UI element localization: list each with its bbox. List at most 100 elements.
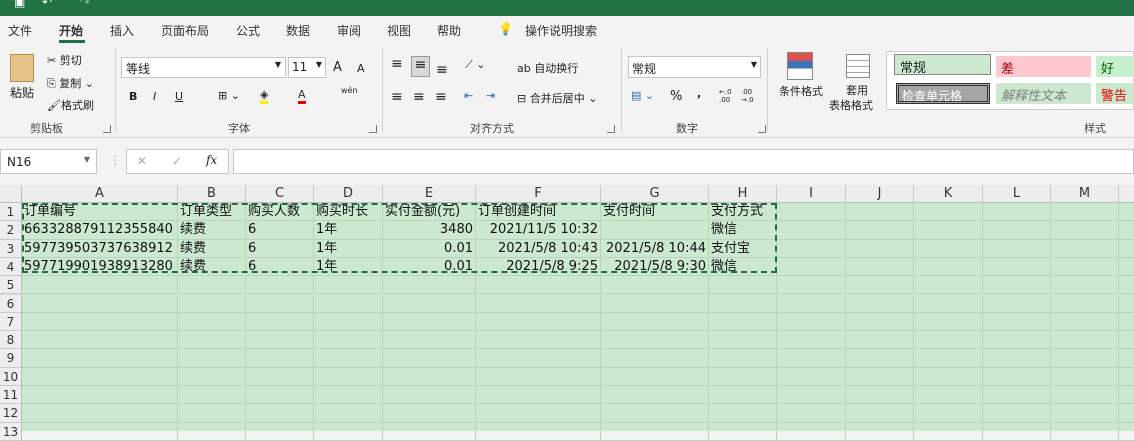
orientation-icon[interactable]: ⟋ ⌄ xyxy=(465,58,485,72)
cell[interactable] xyxy=(246,367,314,386)
cell[interactable] xyxy=(709,294,777,313)
cell[interactable] xyxy=(178,422,246,441)
cell[interactable] xyxy=(246,404,314,423)
column-header-N[interactable] xyxy=(1119,185,1134,203)
cell[interactable]: 2021/5/8 9:25 xyxy=(476,257,601,277)
cell[interactable] xyxy=(709,276,777,295)
save-icon[interactable]: ▣ xyxy=(14,0,25,9)
cell[interactable] xyxy=(1119,240,1134,258)
cell[interactable] xyxy=(1119,276,1134,295)
increase-decimal-button[interactable]: ←.0 .00 xyxy=(719,88,737,104)
cell[interactable] xyxy=(1119,368,1134,386)
decrease-indent-icon[interactable]: ⇤ xyxy=(464,89,473,102)
formula-bar-grip[interactable]: ⋮ xyxy=(109,153,121,167)
cut-button[interactable]: ✂ 剪切 xyxy=(47,52,82,68)
cell[interactable] xyxy=(846,331,914,350)
cell[interactable]: 订单编号 xyxy=(22,203,178,222)
row-header-7[interactable]: 7 xyxy=(0,312,22,332)
phonetic-icon[interactable]: wén xyxy=(341,86,358,95)
cell[interactable]: 6 xyxy=(246,239,314,258)
cell[interactable] xyxy=(178,294,246,313)
cell[interactable]: 支付方式 xyxy=(709,203,777,222)
cell[interactable] xyxy=(601,422,709,441)
cell[interactable] xyxy=(1119,404,1134,423)
cell[interactable] xyxy=(314,276,383,295)
cell[interactable]: 6 xyxy=(246,221,314,240)
underline-button[interactable]: U xyxy=(175,90,183,103)
cell[interactable] xyxy=(178,312,246,332)
tab-view[interactable]: 视图 xyxy=(387,22,411,39)
align-middle-icon[interactable]: ≡ xyxy=(411,56,430,77)
cell[interactable] xyxy=(22,349,178,368)
cell[interactable] xyxy=(476,349,601,368)
cell[interactable] xyxy=(914,203,983,222)
cell[interactable]: 实付金额(元) xyxy=(383,203,476,222)
cell[interactable] xyxy=(601,294,709,313)
cell[interactable] xyxy=(983,349,1051,368)
cell[interactable]: 支付时间 xyxy=(601,203,709,222)
format-as-table-icon[interactable] xyxy=(846,54,870,78)
cell[interactable]: 微信 xyxy=(709,221,777,240)
row-header-6[interactable]: 6 xyxy=(0,294,22,313)
copy-button[interactable]: ⎘ 复制 ⌄ xyxy=(47,75,94,91)
cell[interactable] xyxy=(777,422,846,441)
cell[interactable] xyxy=(1119,331,1134,350)
cell[interactable] xyxy=(777,203,846,222)
cell[interactable] xyxy=(914,276,983,295)
cell[interactable] xyxy=(914,257,983,277)
cell[interactable] xyxy=(914,331,983,350)
align-top-icon[interactable]: ≡ xyxy=(391,56,403,72)
cell[interactable] xyxy=(1051,203,1119,222)
cell[interactable] xyxy=(246,331,314,350)
tab-home[interactable]: 开始 xyxy=(59,22,83,39)
cell[interactable]: 订单类型 xyxy=(178,203,246,222)
cell[interactable] xyxy=(22,331,178,350)
cell[interactable] xyxy=(777,331,846,350)
cell[interactable] xyxy=(777,349,846,368)
align-left-icon[interactable]: ≡ xyxy=(391,89,403,105)
tab-file[interactable]: 文件 xyxy=(8,22,32,39)
cell[interactable] xyxy=(983,203,1051,222)
cell[interactable] xyxy=(1051,312,1119,332)
cell[interactable] xyxy=(22,367,178,386)
cell[interactable]: 购买人数 xyxy=(246,203,314,222)
cell[interactable] xyxy=(914,312,983,332)
style-normal[interactable]: 常规 xyxy=(894,54,991,76)
cell[interactable] xyxy=(1051,239,1119,258)
cell[interactable]: 6 xyxy=(246,257,314,277)
cell[interactable] xyxy=(709,349,777,368)
comma-button[interactable]: , xyxy=(697,87,701,100)
cell[interactable] xyxy=(1119,386,1134,405)
cell[interactable] xyxy=(914,239,983,258)
column-header-D[interactable]: D xyxy=(314,185,383,203)
cell[interactable]: 续费 xyxy=(178,239,246,258)
cell[interactable] xyxy=(983,367,1051,386)
cell[interactable]: 1年 xyxy=(314,239,383,258)
paste-button[interactable]: 粘贴 xyxy=(10,84,34,101)
cell[interactable]: 1年 xyxy=(314,257,383,277)
cell[interactable] xyxy=(846,367,914,386)
cell[interactable] xyxy=(777,221,846,240)
cell[interactable] xyxy=(22,404,178,423)
cell[interactable] xyxy=(178,367,246,386)
row-header-4[interactable]: 4 xyxy=(0,257,22,277)
row-header-2[interactable]: 2 xyxy=(0,221,22,240)
font-launcher-icon[interactable] xyxy=(369,125,377,133)
font-name-select[interactable]: 等线 ▼ xyxy=(121,57,286,78)
cell[interactable] xyxy=(709,386,777,405)
cell[interactable] xyxy=(777,404,846,423)
cell[interactable] xyxy=(709,367,777,386)
cell[interactable] xyxy=(1051,276,1119,295)
cell[interactable] xyxy=(777,386,846,405)
cell[interactable] xyxy=(983,386,1051,405)
cell[interactable] xyxy=(983,312,1051,332)
cell[interactable] xyxy=(846,312,914,332)
percent-button[interactable]: % xyxy=(670,89,682,104)
cell[interactable] xyxy=(914,404,983,423)
cell[interactable] xyxy=(983,331,1051,350)
cell[interactable] xyxy=(383,422,476,441)
column-header-I[interactable]: I xyxy=(777,185,846,203)
cell[interactable] xyxy=(22,422,178,441)
conditional-formatting-button[interactable]: 条件格式 xyxy=(779,83,823,99)
column-header-C[interactable]: C xyxy=(246,185,314,203)
